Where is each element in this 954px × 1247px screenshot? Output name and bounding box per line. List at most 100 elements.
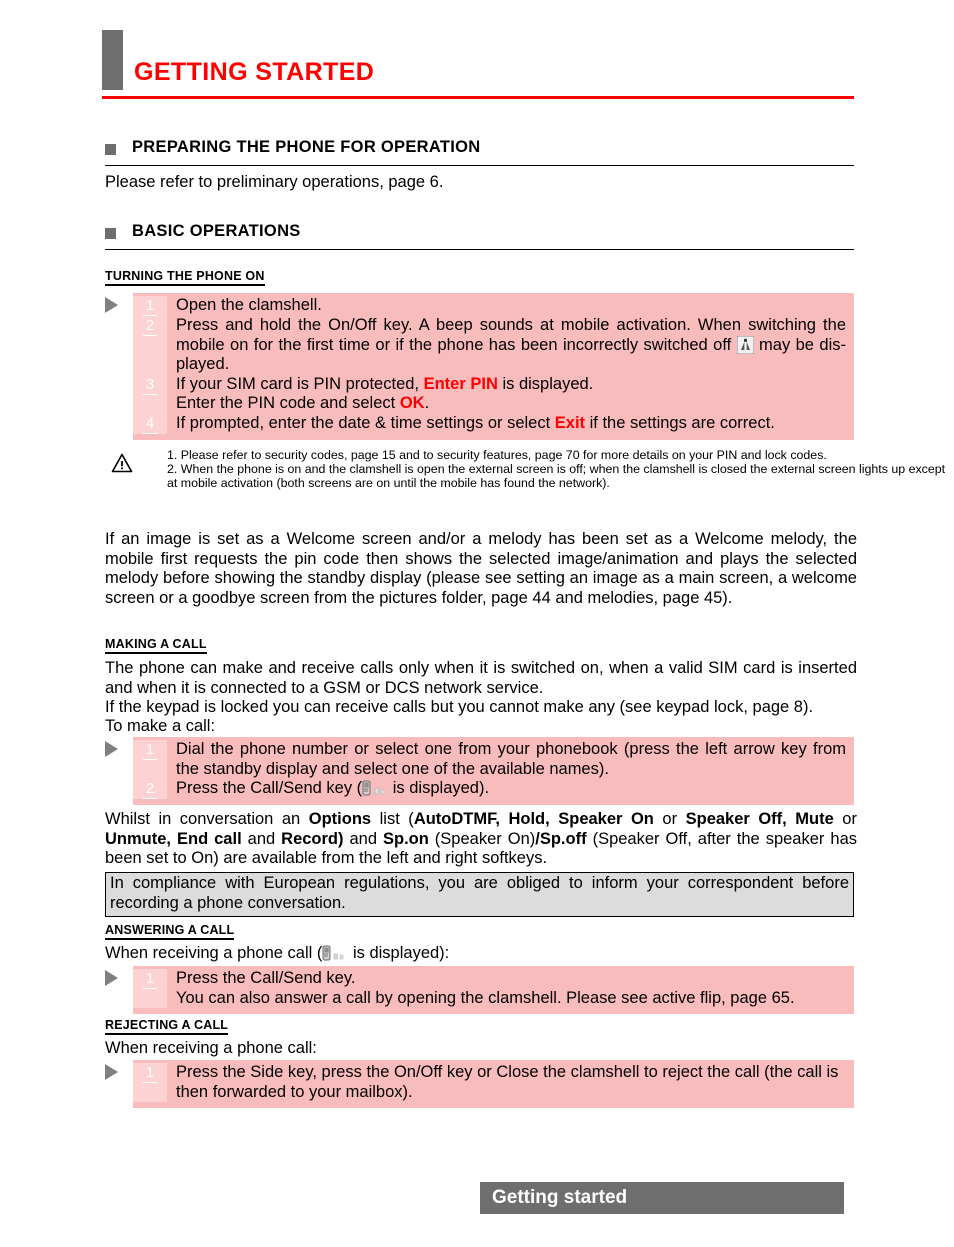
conversation-options-paragraph: Whilst in conversation an Options list (… (105, 810, 857, 869)
subheading-rejecting-a-call: REJECTING A CALL (105, 1018, 229, 1035)
subheading-making-a-call: MAKING A CALL (105, 637, 207, 654)
bold-speaker-off-mute: Speaker Off, Mute (685, 810, 834, 828)
step-row: 1 Press the Call/Send key. You can also a… (133, 969, 854, 1008)
arrow-right-icon (105, 1064, 118, 1080)
step-number: 4 (133, 413, 167, 434)
phone-tower-icon (736, 335, 755, 354)
preparing-body-text: Please refer to preliminary operations, … (105, 173, 444, 191)
page-header: GETTING STARTED (102, 30, 854, 102)
step-text: If prompted, enter the date & time setti… (167, 414, 854, 434)
warning-triangle-icon (111, 453, 133, 473)
bold-unmute-end-call: Unmute, End call (105, 829, 242, 848)
text-part: is displayed): (348, 944, 450, 962)
step-text: Open the clamshell. (176, 296, 322, 314)
square-bullet-icon (105, 228, 116, 239)
header-grey-block (102, 30, 123, 90)
making-a-call-para1: The phone can make and receive calls onl… (105, 659, 857, 697)
steps-box-rejecting-a-call: 1 Press the Side key, press the On/Off k… (133, 1060, 854, 1108)
step-text-part: is displayed). (388, 779, 490, 797)
step-number: 1 (133, 1063, 167, 1102)
steps-box-turning-on: 1 Open the clamshell. 2 Press and hold t… (133, 293, 854, 440)
bold-options: Options (308, 810, 372, 828)
text-part: (Speaker On) (428, 829, 536, 848)
step-text: Press and hold the On/Off key. A beep so… (167, 316, 854, 375)
step-text-part: If your SIM card is PIN protected, (176, 374, 424, 393)
making-a-call-para2: If the keypad is locked you can receive … (105, 698, 814, 716)
note-item-2: 2. When the phone is on and the clamshel… (167, 462, 946, 491)
bold-autodtmf-hold-speaker-on: AutoDTMF, Hold, Speaker On (413, 810, 654, 828)
section-heading-basic: BASIC OPERATIONS (105, 222, 854, 250)
step-row: 1 Open the clamshell. (133, 296, 854, 316)
text-part: or (653, 810, 686, 828)
compliance-notice-box: In compliance with European regulations,… (105, 872, 854, 917)
step-highlight-exit: Exit (554, 413, 586, 432)
step-number: 2 (133, 316, 167, 375)
step-number-value: 1 (142, 1064, 158, 1083)
step-text-part: Enter the PIN code and select (176, 394, 400, 412)
step-number: 1 (133, 740, 167, 779)
section-heading-label: PREPARING THE PHONE FOR OPERATION (132, 138, 481, 156)
note-text: 1. Please refer to security codes, page … (167, 448, 954, 491)
step-text-line-2: You can also answer a call by opening th… (176, 988, 795, 1007)
arrow-right-icon (105, 297, 118, 313)
text-part: and (241, 829, 282, 848)
steps-box-answering-a-call: 1 Press the Call/Send key. You can also a… (133, 966, 854, 1014)
note-item-1: 1. Please refer to security codes, page … (167, 448, 827, 462)
section-basic-operations: BASIC OPERATIONS (105, 222, 854, 250)
step-highlight-enter-pin: Enter PIN (423, 374, 498, 393)
arrow-right-icon (105, 741, 118, 757)
text-part: or (833, 810, 857, 828)
step-number-value: 1 (142, 970, 158, 989)
step-text-part: Press the Call/Send key ( (176, 779, 363, 797)
step-row: 1 Press the Side key, press the On/Off k… (133, 1063, 854, 1102)
step-number: 1 (133, 296, 167, 316)
footer-bar: Getting started (480, 1182, 844, 1214)
bold-sp-off: /Sp.off (535, 829, 587, 848)
welcome-screen-paragraph: If an image is set as a Welcome screen a… (105, 530, 857, 607)
step-text-part: If prompted, enter the date & time setti… (176, 413, 555, 432)
bold-record: Record) (281, 829, 344, 848)
step-row: 3 If your SIM card is PIN protected, Ent… (133, 374, 854, 414)
step-number-value: 4 (142, 415, 158, 434)
square-bullet-icon (105, 144, 116, 155)
bold-sp-on: Sp.on (383, 829, 429, 848)
step-text: Press the Call/Send key. You can also ans… (167, 969, 854, 1008)
step-text: Press the Call/Send key ( is displayed). (167, 779, 854, 799)
step-number: 1 (133, 969, 167, 1008)
text-part: Whilst in conversation an (105, 810, 309, 828)
text-part: list ( (371, 810, 414, 828)
step-number-value: 1 (142, 741, 158, 760)
step-number-value: 1 (142, 297, 158, 316)
step-text-line-1: Press the Call/Send key. (176, 969, 356, 987)
step-text: Dial the phone number or select one from… (176, 740, 846, 778)
step-number: 2 (133, 779, 167, 799)
document-page: GETTING STARTED PREPARING THE PHONE FOR … (0, 0, 954, 1247)
header-red-rule (102, 96, 854, 99)
section-preparing-the-phone: PREPARING THE PHONE FOR OPERATION (105, 138, 854, 166)
rejecting-a-call-lead: When receiving a phone call: (105, 1039, 317, 1057)
section-heading-preparing: PREPARING THE PHONE FOR OPERATION (105, 138, 854, 166)
steps-box-making-a-call: 1 Dial the phone number or select one fr… (133, 737, 854, 805)
answering-a-call-lead: When receiving a phone call ( is display… (105, 944, 857, 964)
text-part: and (343, 829, 383, 848)
step-row: 2 Press and hold the On/Off key. A beep … (133, 316, 854, 375)
step-number-value: 2 (142, 317, 158, 336)
step-row: 4 If prompted, enter the date & time set… (133, 413, 854, 434)
step-number: 3 (133, 374, 167, 414)
step-row: 1 Dial the phone number or select one fr… (133, 740, 854, 779)
subheading-turning-the-phone-on: TURNING THE PHONE ON (105, 269, 265, 286)
arrow-right-icon (105, 970, 118, 986)
text-part: When receiving a phone call ( (105, 944, 323, 962)
step-number-value: 3 (142, 376, 158, 395)
step-text-part: . (424, 394, 430, 412)
making-a-call-para3: To make a call: (105, 717, 216, 735)
clamshell-phone-icon (362, 779, 388, 796)
step-text: If your SIM card is PIN protected, Enter… (167, 375, 854, 414)
incoming-call-phone-icon (322, 944, 348, 961)
section-heading-label: BASIC OPERATIONS (132, 222, 301, 240)
step-row: 2 Press the Call/Send key ( is displayed… (133, 779, 854, 799)
step-text-part: if the settings are correct. (585, 413, 775, 432)
step-number-value: 2 (142, 780, 158, 799)
page-title: GETTING STARTED (134, 58, 375, 86)
step-text-part: is displayed. (497, 374, 594, 393)
